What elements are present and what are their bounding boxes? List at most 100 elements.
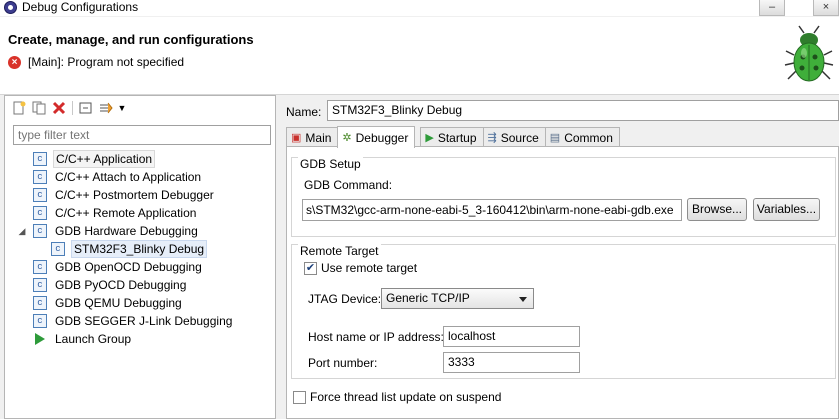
- c-config-icon: c: [33, 224, 47, 238]
- delete-icon: [52, 101, 66, 115]
- tree-item-label: C/C++ Application: [53, 150, 156, 168]
- view-menu-dropdown-icon[interactable]: ▼: [116, 99, 128, 117]
- configuration-editor: Name: STM32F3_Blinky Debug ▣ Main ✲ Debu…: [282, 95, 839, 419]
- tree-item-gdb-qemu[interactable]: c GDB QEMU Debugging: [33, 294, 184, 312]
- collapse-all-button[interactable]: [76, 99, 96, 117]
- launch-group-icon: [35, 333, 45, 345]
- window-title: Debug Configurations: [22, 0, 139, 14]
- tree-item-gdb-openocd[interactable]: c GDB OpenOCD Debugging: [33, 258, 204, 276]
- force-thread-list-label: Force thread list update on suspend: [310, 390, 502, 404]
- tab-label: Startup: [437, 130, 477, 145]
- remote-target-group: Remote Target ✔ Use remote target JTAG D…: [291, 244, 836, 379]
- tree-item-label: C/C++ Remote Application: [55, 206, 197, 220]
- tree-item-gdb-segger[interactable]: c GDB SEGGER J-Link Debugging: [33, 312, 234, 330]
- debugger-tab-content: GDB Setup GDB Command: s\STM32\gcc-arm-n…: [286, 146, 839, 419]
- tab-main[interactable]: ▣ Main: [286, 127, 339, 147]
- tree-item-stm32f3-blinky[interactable]: c STM32F3_Blinky Debug: [51, 240, 208, 258]
- c-config-icon: c: [33, 170, 47, 184]
- main-tab-icon: ▣: [291, 131, 302, 144]
- use-remote-target-checkbox[interactable]: ✔: [304, 262, 317, 275]
- tree-item-cpp-postmortem[interactable]: c C/C++ Postmortem Debugger: [33, 186, 216, 204]
- window-title-bar: Debug Configurations – ×: [0, 0, 839, 16]
- tree-item-label: GDB OpenOCD Debugging: [55, 260, 202, 274]
- duplicate-icon: [32, 101, 46, 115]
- c-config-icon: c: [33, 260, 47, 274]
- c-config-icon: c: [33, 314, 47, 328]
- new-configuration-button[interactable]: [9, 99, 29, 117]
- c-config-icon: c: [33, 152, 47, 166]
- tree-item-label: GDB QEMU Debugging: [55, 296, 182, 310]
- gdb-command-input[interactable]: s\STM32\gcc-arm-none-eabi-5_3-160412\bin…: [302, 199, 682, 221]
- tree-item-label: GDB PyOCD Debugging: [55, 278, 187, 292]
- port-number-input[interactable]: 3333: [443, 352, 580, 373]
- variables-button[interactable]: Variables...: [753, 198, 820, 221]
- tab-debugger[interactable]: ✲ Debugger: [337, 126, 416, 148]
- tree-toolbar: ▼: [9, 98, 128, 118]
- tree-item-cpp-attach[interactable]: c C/C++ Attach to Application: [33, 168, 203, 186]
- jtag-device-value: Generic TCP/IP: [386, 291, 470, 305]
- c-config-icon: c: [33, 296, 47, 310]
- host-name-label: Host name or IP address:: [308, 330, 444, 344]
- close-window-button[interactable]: ×: [813, 0, 839, 16]
- collapse-all-icon: [79, 102, 92, 114]
- configuration-tabs: ▣ Main ✲ Debugger ▶ Startup ⇶ Source ▤ C…: [286, 126, 620, 148]
- tree-item-label: C/C++ Postmortem Debugger: [55, 188, 214, 202]
- debug-bug-icon: [784, 25, 834, 82]
- host-name-input[interactable]: localhost: [443, 326, 580, 347]
- gdb-command-label: GDB Command:: [304, 178, 393, 192]
- jtag-device-select[interactable]: Generic TCP/IP: [381, 288, 534, 309]
- filter-input[interactable]: [13, 125, 271, 145]
- use-remote-target-label: Use remote target: [321, 261, 418, 275]
- dialog-title: Create, manage, and run configurations: [8, 32, 254, 47]
- gdb-setup-group: GDB Setup GDB Command: s\STM32\gcc-arm-n…: [291, 157, 836, 237]
- c-config-icon: c: [33, 278, 47, 292]
- common-tab-icon: ▤: [549, 131, 561, 144]
- minimize-button[interactable]: –: [759, 0, 785, 16]
- tree-item-cpp-application[interactable]: c C/C++ Application: [33, 150, 156, 168]
- filter-button[interactable]: [96, 99, 116, 117]
- tree-item-launch-group[interactable]: Launch Group: [33, 330, 133, 348]
- remote-target-title: Remote Target: [298, 244, 381, 258]
- duplicate-button[interactable]: [29, 99, 49, 117]
- eclipse-app-icon: [4, 1, 17, 14]
- port-number-label: Port number:: [308, 356, 378, 370]
- tab-startup[interactable]: ▶ Startup: [420, 127, 484, 147]
- tab-label: Debugger: [355, 130, 409, 145]
- c-config-icon: c: [51, 242, 65, 256]
- source-tab-icon: ⇶: [487, 131, 497, 144]
- tree-item-label: Launch Group: [55, 332, 132, 346]
- tree-item-label: GDB SEGGER J-Link Debugging: [55, 314, 233, 328]
- tree-item-label: STM32F3_Blinky Debug: [71, 240, 208, 258]
- c-config-icon: c: [33, 188, 47, 202]
- tree-item-label: C/C++ Attach to Application: [55, 170, 202, 184]
- chevron-down-icon: [519, 297, 527, 302]
- tab-label: Main: [305, 130, 332, 145]
- gdb-command-value: s\STM32\gcc-arm-none-eabi-5_3-160412\bin…: [306, 203, 674, 217]
- browse-button[interactable]: Browse...: [687, 198, 747, 221]
- new-file-icon: [13, 101, 26, 115]
- gdb-setup-title: GDB Setup: [298, 157, 363, 171]
- tree-item-cpp-remote[interactable]: c C/C++ Remote Application: [33, 204, 198, 222]
- filter-icon: [100, 102, 113, 114]
- debugger-tab-icon: ✲: [342, 131, 352, 144]
- tree-item-gdb-pyocd[interactable]: c GDB PyOCD Debugging: [33, 276, 188, 294]
- c-config-icon: c: [33, 206, 47, 220]
- tab-label: Source: [500, 130, 539, 145]
- tab-common[interactable]: ▤ Common: [544, 127, 620, 147]
- delete-button[interactable]: [49, 99, 69, 117]
- error-message: [Main]: Program not specified: [28, 55, 185, 69]
- startup-tab-icon: ▶: [425, 131, 434, 144]
- name-label: Name:: [286, 105, 322, 119]
- tree-item-gdb-hardware[interactable]: ◢ c GDB Hardware Debugging: [17, 222, 200, 240]
- configuration-name-input[interactable]: STM32F3_Blinky Debug: [327, 100, 839, 121]
- tab-label: Common: [564, 130, 613, 145]
- tree-item-label: GDB Hardware Debugging: [55, 224, 198, 238]
- expanded-triangle-icon[interactable]: ◢: [17, 226, 27, 237]
- toolbar-separator: [72, 101, 73, 115]
- force-thread-list-checkbox[interactable]: [293, 391, 306, 404]
- tab-source[interactable]: ⇶ Source: [482, 127, 546, 147]
- configuration-tree-pane: ▼ c C/C++ Application c C/C++ Attach to …: [4, 95, 276, 419]
- dialog-header: Create, manage, and run configurations ×…: [0, 17, 839, 95]
- error-icon: ×: [8, 56, 21, 69]
- jtag-device-label: JTAG Device:: [308, 292, 382, 306]
